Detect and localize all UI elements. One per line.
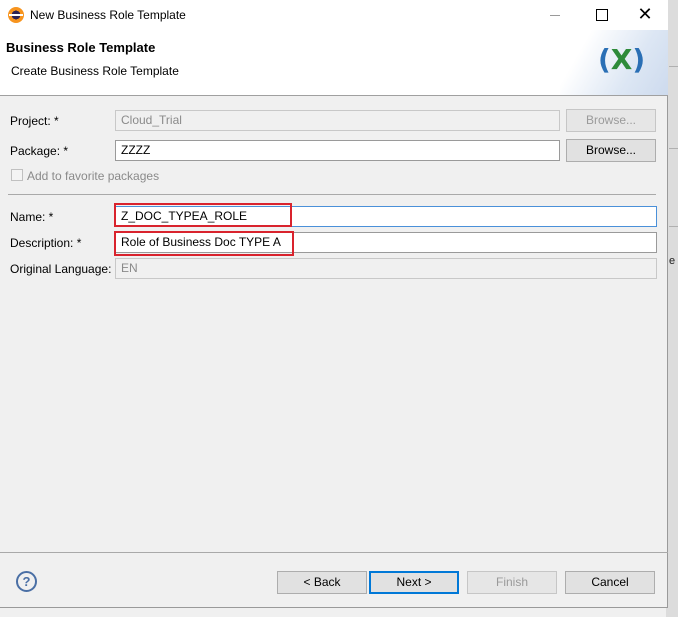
title-bar[interactable]: New Business Role Template ✕	[0, 0, 668, 30]
package-browse-button[interactable]: Browse...	[566, 139, 656, 162]
wizard-banner: Business Role Template Create Business R…	[0, 30, 668, 96]
package-field[interactable]: ZZZZ	[115, 140, 560, 161]
name-highlight-box	[114, 203, 292, 227]
help-icon[interactable]: ?	[16, 571, 37, 592]
project-field: Cloud_Trial	[115, 110, 560, 131]
cancel-button[interactable]: Cancel	[565, 571, 655, 594]
separator	[8, 194, 656, 195]
banner-title: Business Role Template	[6, 40, 156, 55]
project-label: Project: *	[10, 114, 59, 128]
eclipse-icon	[8, 7, 24, 23]
next-button[interactable]: Next >	[369, 571, 459, 594]
background-divider	[669, 66, 678, 67]
window-title: New Business Role Template	[30, 8, 186, 22]
background-divider	[669, 226, 678, 227]
new-business-role-template-dialog: New Business Role Template ✕ Business Ro…	[0, 0, 668, 608]
background-text: e	[669, 255, 676, 267]
close-button[interactable]: ✕	[622, 0, 668, 30]
maximize-button[interactable]	[578, 0, 624, 30]
finish-button: Finish	[467, 571, 557, 594]
package-label: Package: *	[10, 144, 69, 158]
name-label: Name: *	[10, 210, 54, 224]
project-browse-button: Browse...	[566, 109, 656, 132]
banner-subtitle: Create Business Role Template	[11, 64, 179, 78]
description-highlight-box	[114, 231, 294, 256]
wizard-logo-icon: (X)	[598, 43, 646, 76]
footer-separator	[0, 552, 668, 553]
minimize-button[interactable]	[532, 0, 578, 30]
back-button[interactable]: < Back	[277, 571, 367, 594]
original-language-field: EN	[115, 258, 657, 279]
original-language-label: Original Language:	[10, 262, 112, 276]
favorite-packages-label: Add to favorite packages	[27, 169, 160, 183]
description-label: Description: *	[10, 236, 82, 250]
favorite-packages-checkbox[interactable]	[11, 169, 23, 181]
background-divider	[669, 148, 678, 149]
